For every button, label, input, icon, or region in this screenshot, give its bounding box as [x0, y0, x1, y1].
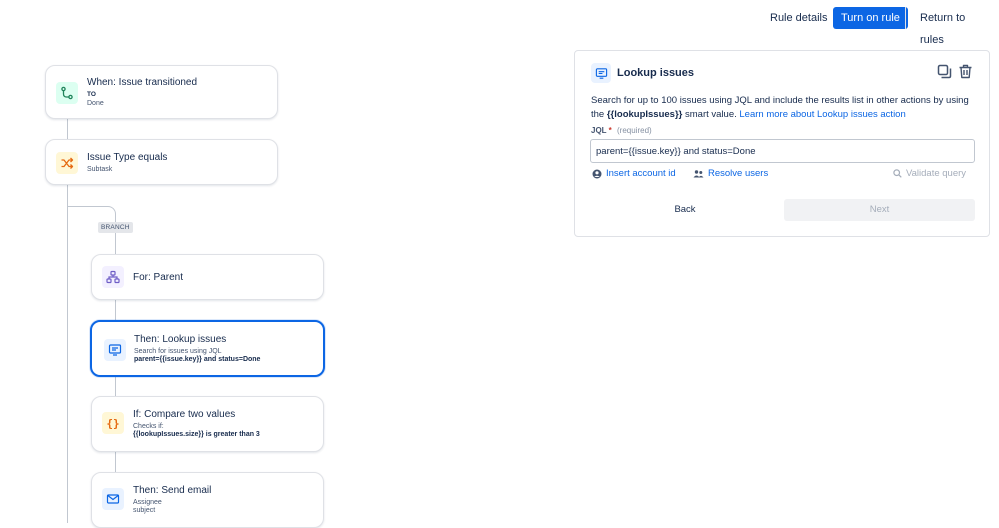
resolve-users-label: Resolve users: [708, 168, 769, 179]
resolve-users-button[interactable]: Resolve users: [693, 168, 768, 179]
connector-line: [115, 451, 116, 473]
lookup-title: Then: Lookup issues: [134, 334, 227, 345]
lookup-sub: Search for issues using JQL: [134, 348, 222, 355]
branch-title: For: Parent: [133, 272, 184, 283]
required-mark: *: [608, 126, 612, 135]
search-icon: [893, 169, 902, 178]
trigger-title: When: Issue transitioned: [87, 77, 198, 88]
connector-line: [115, 376, 116, 397]
trigger-sub-value: Done: [87, 100, 104, 107]
jql-input[interactable]: [590, 139, 975, 163]
trigger-card[interactable]: When: Issue transitioned TO Done: [45, 65, 278, 119]
email-title: Then: Send email: [133, 485, 212, 496]
learn-more-link[interactable]: Learn more about Lookup issues action: [739, 109, 905, 120]
condition-sub: Subtask: [87, 166, 113, 173]
compare-values-card[interactable]: {} If: Compare two values Checks if: {{l…: [91, 396, 324, 452]
transition-icon: [56, 82, 78, 104]
branch-card[interactable]: For: Parent: [91, 254, 324, 300]
panel-description: Search for up to 100 issues using JQL an…: [591, 94, 981, 121]
next-button[interactable]: Next: [784, 199, 975, 221]
connector-line: [115, 233, 116, 255]
branch-tag: BRANCH: [98, 222, 133, 233]
send-email-card[interactable]: Then: Send email Assignee subject: [91, 472, 324, 528]
connector-line: [67, 184, 68, 523]
trash-icon[interactable]: [958, 64, 973, 84]
email-sub-assignee: Assignee: [133, 499, 162, 506]
trigger-sub-label: TO: [87, 91, 96, 98]
duplicate-icon[interactable]: [937, 64, 952, 84]
lookup-icon: [104, 339, 126, 361]
email-sub-subject: subject: [133, 507, 156, 514]
hierarchy-icon: [102, 266, 124, 288]
compare-expression: {{lookupIssues.size}} is greater than 3: [133, 431, 260, 438]
description-text-2: smart value.: [682, 108, 740, 120]
lookup-issues-card[interactable]: Then: Lookup issues Search for issues us…: [90, 320, 325, 377]
insert-account-id-button[interactable]: Insert account id: [592, 168, 676, 179]
condition-card[interactable]: Issue Type equals Subtask: [45, 139, 278, 185]
toolbar-divider: [905, 7, 906, 29]
return-to-rules-button[interactable]: Return to rules: [912, 7, 999, 46]
required-hint: (required): [617, 126, 652, 135]
people-icon: [693, 169, 704, 177]
turn-on-rule-button[interactable]: Turn on rule: [833, 7, 908, 29]
panel-title: Lookup issues: [617, 67, 695, 79]
condition-title: Issue Type equals: [87, 152, 168, 163]
connector-line: [67, 118, 68, 140]
lookup-query: parent={{issue.key}} and status=Done: [134, 356, 261, 363]
validate-query-label: Validate query: [906, 168, 967, 179]
connector-line: [115, 300, 116, 321]
insert-account-id-label: Insert account id: [606, 168, 676, 179]
validate-query-button[interactable]: Validate query: [893, 168, 966, 179]
jql-label-text: JQL: [591, 126, 607, 135]
person-circle-icon: [592, 169, 602, 178]
lookup-issues-panel: Lookup issues Search for up to 100 issue…: [574, 50, 990, 237]
back-button[interactable]: Back: [590, 199, 780, 221]
braces-icon: {}: [102, 412, 124, 434]
compare-sub: Checks if:: [133, 423, 164, 430]
mail-icon: [102, 488, 124, 510]
lookup-icon: [591, 63, 611, 83]
branch-curve: [90, 206, 116, 222]
rule-details-button[interactable]: Rule details: [762, 7, 835, 29]
compare-title: If: Compare two values: [133, 409, 236, 420]
shuffle-icon: [56, 152, 78, 174]
smart-value: {{lookupIssues}}: [606, 108, 683, 120]
jql-label: JQL * (required): [591, 126, 652, 135]
